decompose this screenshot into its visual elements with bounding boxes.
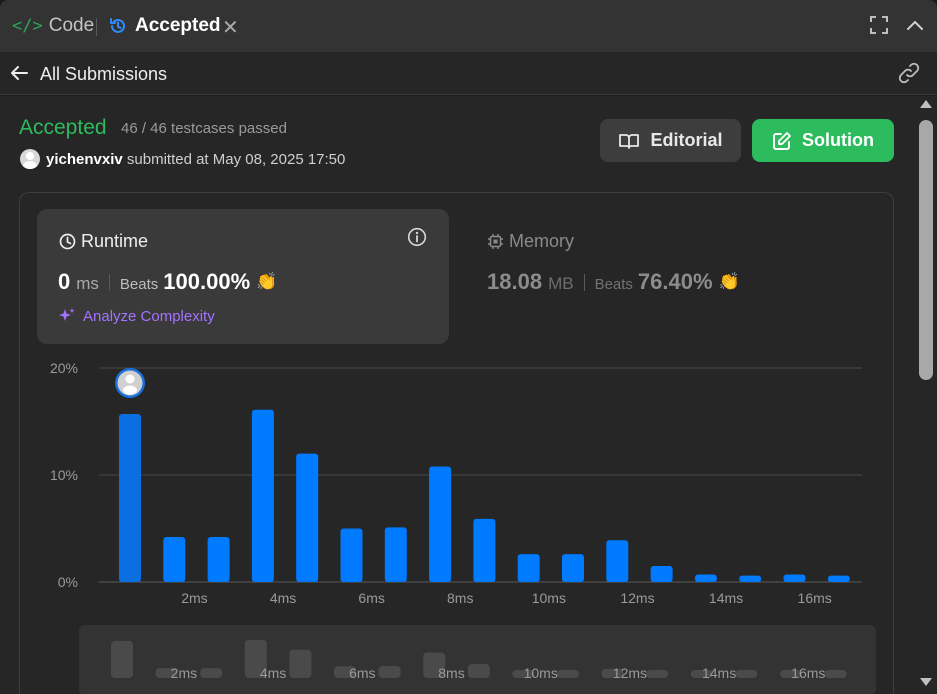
solution-label: Solution xyxy=(802,130,874,150)
chart-bar xyxy=(163,537,186,582)
chart-bar xyxy=(562,554,584,582)
tab-accepted-label: Accepted xyxy=(135,15,221,36)
vertical-scrollbar[interactable] xyxy=(915,96,937,694)
minimap-x-tick-label: 16ms xyxy=(791,665,825,681)
code-icon: </> xyxy=(12,16,43,36)
editorial-label: Editorial xyxy=(650,130,723,150)
chart-bar xyxy=(119,414,141,582)
submitted-by: yichenvxiv submitted at May 08, 2025 17:… xyxy=(46,151,345,168)
chart-bar xyxy=(384,527,407,582)
submission-status: Accepted xyxy=(19,116,107,139)
minimap-x-tick-label: 12ms xyxy=(613,665,647,681)
x-tick-label: 8ms xyxy=(447,590,473,606)
collapse-chevron-icon[interactable] xyxy=(906,18,924,32)
scrollbar-thumb[interactable] xyxy=(919,120,933,380)
tab-bar: </> Code Accepted ✕ xyxy=(0,0,937,52)
tab-divider xyxy=(96,18,97,36)
chart-bar xyxy=(783,574,806,582)
minimap-bar xyxy=(735,670,758,678)
solution-button[interactable]: Solution xyxy=(752,119,894,162)
history-icon xyxy=(110,18,125,33)
tab-code[interactable]: </> Code xyxy=(12,0,94,52)
minimap-x-tick-label: 8ms xyxy=(438,665,464,681)
minimap-bar xyxy=(200,668,223,678)
chart-bar xyxy=(429,466,452,582)
x-tick-label: 4ms xyxy=(270,590,296,606)
y-tick-label: 10% xyxy=(50,467,78,483)
avatar[interactable] xyxy=(20,149,40,169)
username[interactable]: yichenvxiv xyxy=(46,151,123,168)
x-tick-label: 10ms xyxy=(532,590,566,606)
chart-bar xyxy=(251,409,274,582)
user-marker-head xyxy=(125,374,135,384)
submission-header: All Submissions xyxy=(0,52,937,95)
book-icon xyxy=(619,133,640,149)
fullscreen-icon[interactable] xyxy=(870,16,888,34)
chart-minimap xyxy=(79,625,876,694)
tab-code-label: Code xyxy=(48,15,95,36)
x-tick-label: 14ms xyxy=(709,590,743,606)
x-tick-label: 12ms xyxy=(620,590,654,606)
chart-bar xyxy=(739,575,762,582)
minimap-bar xyxy=(111,640,133,678)
chart-bar xyxy=(827,575,850,582)
minimap-bar xyxy=(824,670,847,678)
minimap-x-tick-label: 6ms xyxy=(349,665,375,681)
minimap-x-tick-label: 10ms xyxy=(524,665,558,681)
minimap-x-tick-label: 14ms xyxy=(702,665,736,681)
chart-bar xyxy=(650,565,673,582)
chart-bar xyxy=(517,554,540,582)
minimap-bar xyxy=(289,649,312,678)
y-tick-label: 20% xyxy=(50,360,78,376)
close-tab-icon[interactable]: ✕ xyxy=(222,15,239,40)
chart-bar xyxy=(340,528,363,582)
chart-bar xyxy=(694,574,717,582)
performance-card: Runtime 0 ms Beats 100.00% 👏 Analyze Com… xyxy=(19,192,894,694)
testcases-passed: 46 / 46 testcases passed xyxy=(121,120,287,137)
minimap-bar xyxy=(378,665,401,678)
minimap-bar xyxy=(467,664,490,678)
minimap-bar xyxy=(646,670,669,678)
share-link-icon[interactable] xyxy=(897,62,921,84)
x-tick-label: 16ms xyxy=(798,590,832,606)
all-submissions-link[interactable]: All Submissions xyxy=(40,64,167,85)
scroll-down-icon[interactable] xyxy=(920,678,932,686)
chart-bar xyxy=(473,518,496,582)
chart-bar xyxy=(606,540,629,582)
minimap-bar xyxy=(557,670,579,678)
y-tick-label: 0% xyxy=(58,574,78,590)
user-marker-body xyxy=(123,385,137,395)
scroll-up-icon[interactable] xyxy=(920,100,932,108)
tab-accepted[interactable]: Accepted xyxy=(108,0,221,52)
edit-icon xyxy=(773,131,791,150)
submitted-time: submitted at May 08, 2025 17:50 xyxy=(126,151,346,168)
minimap-x-tick-label: 2ms xyxy=(171,665,197,681)
runtime-distribution-chart: 20% 10% 0% 2ms 4ms 6ms 8ms 10ms 12ms 14ms 16ms 2ms 4… xyxy=(50,360,876,694)
minimap-x-tick-label: 4ms xyxy=(260,665,286,681)
chart-bar xyxy=(296,453,319,582)
editorial-button[interactable]: Editorial xyxy=(600,119,741,162)
x-tick-label: 6ms xyxy=(358,590,384,606)
submission-detail: Accepted 46 / 46 testcases passed yichen… xyxy=(0,96,915,694)
chart-bar xyxy=(207,537,230,582)
x-tick-label: 2ms xyxy=(181,590,207,606)
back-arrow-icon[interactable] xyxy=(8,62,30,84)
